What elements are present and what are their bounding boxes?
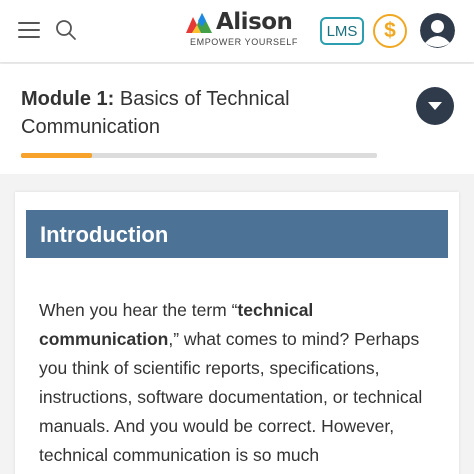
top-navigation-bar: Alison EMPOWER YOURSELF LMS $ [0, 0, 474, 62]
section-header: Introduction [26, 210, 448, 258]
menu-icon[interactable] [18, 19, 42, 39]
paragraph-text-start: When you hear the term “ [39, 300, 238, 320]
dollar-coin-icon[interactable]: $ [373, 14, 407, 48]
module-dropdown-button[interactable] [416, 87, 454, 125]
lms-button[interactable]: LMS [320, 17, 364, 45]
search-icon[interactable] [54, 18, 78, 42]
content-card: Introduction When you hear the term “tec… [15, 192, 459, 474]
section-heading: Introduction [40, 222, 169, 247]
user-avatar-icon[interactable] [420, 13, 455, 48]
module-title: Module 1: Basics of Technical Communicat… [21, 85, 381, 141]
brand-tagline: EMPOWER YOURSELF [190, 37, 298, 47]
paragraph-text-rest: ,” what comes to mind? Perhaps you think… [39, 329, 423, 465]
module-progress-fill [21, 153, 93, 158]
brand-name: Alison [216, 9, 293, 35]
module-progress-bar [21, 153, 377, 158]
module-number: Module 1: [21, 88, 115, 110]
chevron-down-icon [428, 102, 442, 110]
module-panel: Module 1: Basics of Technical Communicat… [0, 64, 474, 174]
alison-logo[interactable]: Alison EMPOWER YOURSELF [186, 9, 297, 51]
alison-logo-mark-icon [186, 13, 212, 33]
intro-paragraph: When you hear the term “technical commun… [39, 296, 444, 470]
